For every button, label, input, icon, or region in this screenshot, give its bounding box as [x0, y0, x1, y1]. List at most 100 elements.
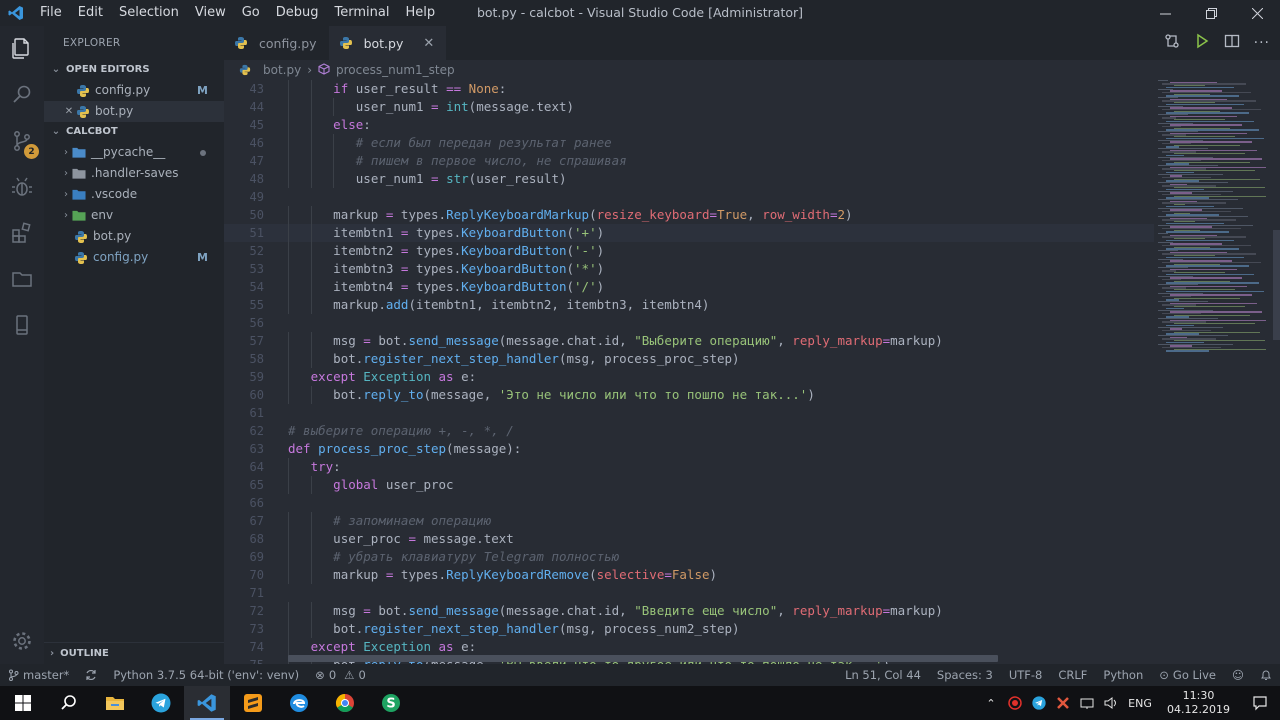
outline-header[interactable]: › OUTLINE — [44, 642, 224, 664]
python-interpreter[interactable]: Python 3.7.5 64-bit ('env': venv) — [105, 668, 307, 682]
menu-item-help[interactable]: Help — [397, 0, 443, 26]
minimap-line — [1170, 268, 1237, 271]
clock-date: 04.12.2019 — [1167, 703, 1230, 716]
minimap-line — [1174, 306, 1245, 308]
code-line: 72 msg = bot.send_message(message.chat.id… — [224, 602, 1154, 620]
tab-config-py[interactable]: config.py — [224, 26, 329, 60]
line-endings[interactable]: CRLF — [1050, 668, 1095, 682]
indent-guide — [310, 98, 312, 116]
telegram-icon[interactable] — [138, 686, 184, 720]
close-window-icon[interactable] — [1234, 0, 1280, 26]
split-editor-icon[interactable] — [1224, 33, 1240, 53]
code-line: 60 bot.reply_to(message, 'Это не число ил… — [224, 386, 1154, 404]
line-number: 70 — [249, 568, 264, 582]
vscode-icon[interactable] — [184, 686, 230, 720]
code-text: # пишем в первое число, не спрашивая — [355, 153, 627, 168]
restore-icon[interactable] — [1188, 0, 1234, 26]
more-actions-icon[interactable]: ··· — [1254, 35, 1270, 51]
keyboard-layout[interactable]: ENG — [1123, 686, 1157, 720]
go-live-button[interactable]: ⊙ Go Live — [1151, 668, 1224, 682]
menu-item-view[interactable]: View — [187, 0, 234, 26]
menu-item-go[interactable]: Go — [234, 0, 268, 26]
edge-icon[interactable] — [276, 686, 322, 720]
breadcrumb-file[interactable]: bot.py — [263, 63, 301, 77]
file-item[interactable]: config.py M — [44, 247, 224, 268]
code-line: 69 # убрать клавиатуру Telegram полностью — [224, 548, 1154, 566]
open-editor-item[interactable]: config.py M — [44, 80, 224, 101]
indentation[interactable]: Spaces: 3 — [929, 668, 1001, 682]
file-item[interactable]: bot.py — [44, 226, 224, 247]
volume-icon[interactable] — [1099, 686, 1123, 720]
start-icon[interactable] — [0, 686, 46, 720]
file-name: .handler-saves — [91, 166, 179, 180]
open-editors-header[interactable]: ⌄ OPEN EDITORS — [44, 60, 224, 80]
python-file-icon — [238, 63, 252, 77]
indent-guide — [288, 170, 289, 188]
notification-center-icon[interactable] — [1240, 686, 1280, 720]
app-tray-icon[interactable] — [1051, 686, 1075, 720]
file-explorer-icon[interactable] — [92, 686, 138, 720]
menu-item-debug[interactable]: Debug — [268, 0, 327, 26]
language-mode[interactable]: Python — [1095, 668, 1151, 682]
code-text: bot.register_next_step_handler(msg, proc… — [333, 621, 740, 636]
minimap[interactable] — [1158, 80, 1268, 664]
feedback-smiley-icon[interactable]: ☺ — [1224, 668, 1252, 682]
source-control-icon[interactable]: 2 — [0, 118, 44, 164]
close-icon[interactable]: ✕ — [62, 101, 76, 122]
settings-gear-icon[interactable] — [0, 618, 44, 664]
indent-guide — [310, 512, 312, 530]
code-line: 64 try: — [224, 458, 1154, 476]
minimize-icon[interactable] — [1142, 0, 1188, 26]
problems-indicator[interactable]: ⊗ 0 ⚠ 0 — [307, 668, 374, 682]
project-header[interactable]: ⌄ CALCBOT — [44, 122, 224, 142]
menu-item-terminal[interactable]: Terminal — [327, 0, 398, 26]
folder-item[interactable]: › env — [44, 205, 224, 226]
notifications-bell-icon[interactable] — [1252, 669, 1280, 681]
sync-icon[interactable] — [77, 669, 105, 681]
title-bar: File Edit Selection View Go Debug Terminal Help… — [0, 0, 1280, 26]
code-text: try: — [310, 459, 341, 474]
extensions-icon[interactable] — [0, 210, 44, 256]
indent-guide — [288, 386, 289, 404]
explorer-icon[interactable] — [0, 26, 44, 72]
file-name: env — [91, 208, 114, 222]
menu-item-file[interactable]: File — [32, 0, 70, 26]
vertical-scrollbar[interactable] — [1273, 230, 1280, 340]
clock[interactable]: 11:30 04.12.2019 — [1157, 689, 1240, 717]
close-tab-icon[interactable]: ✕ — [423, 36, 434, 51]
chrome-icon[interactable] — [322, 686, 368, 720]
tab-bot-py[interactable]: bot.py ✕ — [328, 26, 447, 60]
git-branch[interactable]: master* — [0, 668, 77, 682]
debug-icon[interactable] — [0, 164, 44, 210]
code-editor[interactable]: 43 if user_result == None: 44 user_num1 = i… — [224, 80, 1280, 664]
file-name: config.py — [93, 250, 149, 264]
open-editor-item[interactable]: ✕ bot.py — [44, 101, 224, 122]
network-icon[interactable] — [1075, 686, 1099, 720]
remote-device-icon[interactable] — [0, 302, 44, 348]
horizontal-scrollbar[interactable] — [288, 655, 998, 662]
code-text: # убрать клавиатуру Telegram полностью — [333, 549, 620, 564]
folder-item[interactable]: › __pycache__ — [44, 142, 224, 163]
code-text: except Exception as e: — [310, 639, 477, 654]
cursor-position[interactable]: Ln 51, Col 44 — [837, 668, 929, 682]
folder-item[interactable]: › .vscode — [44, 184, 224, 205]
record-icon[interactable] — [1003, 686, 1027, 720]
folder-panel-icon[interactable] — [0, 256, 44, 302]
search-icon[interactable] — [46, 686, 92, 720]
indent-guide — [288, 530, 289, 548]
menu-item-edit[interactable]: Edit — [70, 0, 111, 26]
run-icon[interactable] — [1194, 33, 1210, 53]
breadcrumb-symbol[interactable]: process_num1_step — [336, 63, 455, 77]
search-icon[interactable] — [0, 72, 44, 118]
telegram-tray-icon[interactable] — [1027, 686, 1051, 720]
sublime-icon[interactable] — [230, 686, 276, 720]
menu-item-selection[interactable]: Selection — [111, 0, 187, 26]
folder-item[interactable]: › .handler-saves — [44, 163, 224, 184]
code-text: user_num1 = int(message.text) — [355, 99, 575, 114]
open-changes-icon[interactable] — [1164, 33, 1180, 53]
chevron-up-icon[interactable]: ⌃ — [979, 686, 1003, 720]
encoding[interactable]: UTF-8 — [1001, 668, 1051, 682]
chevron-down-icon: ⌄ — [51, 126, 61, 137]
minimap-line — [1158, 80, 1168, 82]
skype-icon[interactable]: S — [368, 686, 414, 720]
